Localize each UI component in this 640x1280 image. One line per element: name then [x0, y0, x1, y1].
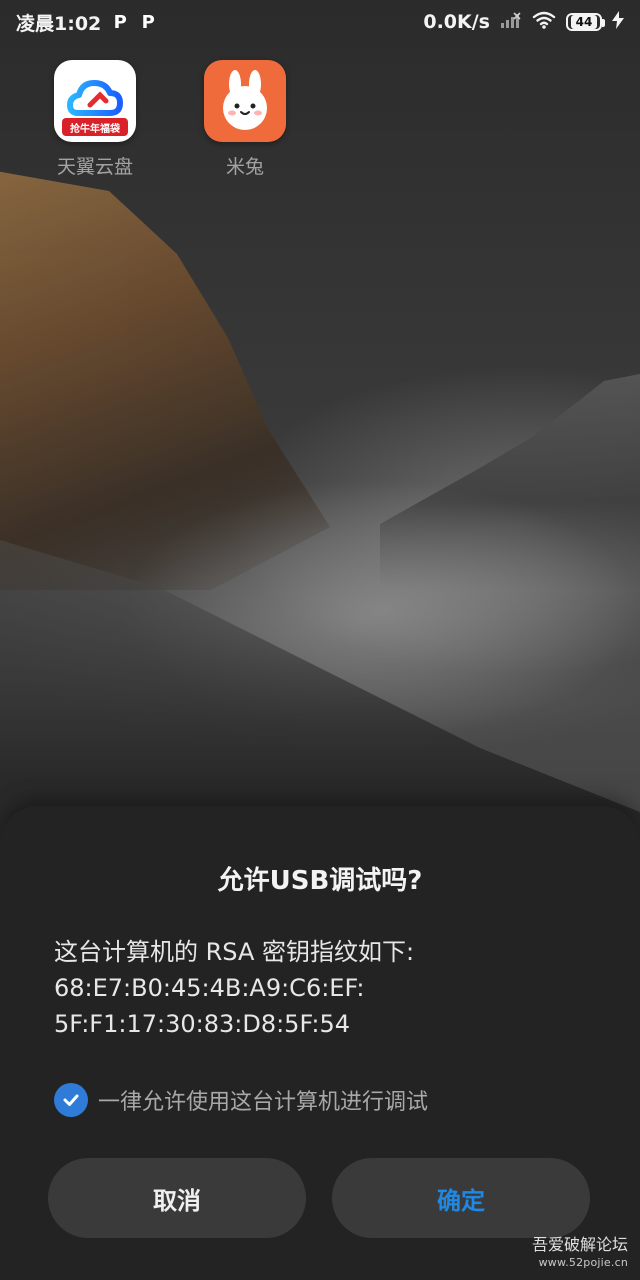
battery-icon: 44 [566, 13, 605, 31]
bunny-icon[interactable] [204, 60, 286, 142]
app-mitu[interactable]: 米兔 [190, 60, 300, 180]
usb-debug-dialog: 允许USB调试吗? 这台计算机的 RSA 密钥指纹如下: 68:E7:B0:45… [0, 806, 640, 1280]
watermark-url: www.52pojie.cn [538, 1256, 628, 1269]
checkbox-label: 一律允许使用这台计算机进行调试 [98, 1090, 429, 1115]
app-ribbon: 抢牛年福袋 [62, 118, 128, 136]
always-allow-checkbox-row[interactable]: 一律允许使用这台计算机进行调试 [54, 1082, 428, 1118]
checkmark-icon [63, 1094, 79, 1106]
app-tianyi-cloud[interactable]: 抢牛年福袋 天翼云盘 [40, 60, 150, 180]
bunny-face [223, 70, 267, 130]
checkbox-checked-icon[interactable] [54, 1083, 88, 1117]
home-app-row: 抢牛年福袋 天翼云盘 米兔 [0, 60, 640, 190]
confirm-button[interactable]: 确定 [332, 1158, 590, 1238]
dialog-message-line-2: 68:E7:B0:45:4B:A9:C6:EF: [54, 974, 365, 1002]
status-bar: 凌晨1:02 P P 0.0K/s 44 [0, 0, 640, 44]
status-left: 凌晨1:02 P P [16, 9, 157, 36]
notification-p-icon: P [113, 11, 127, 33]
watermark-line-1: 吾爱破解论坛 [531, 1235, 628, 1254]
app-label-mitu: 米兔 [225, 156, 264, 178]
watermark: 吾爱破解论坛 www.52pojie.cn [532, 1236, 628, 1272]
app-label-tianyi: 天翼云盘 [56, 156, 133, 178]
wifi-icon [532, 11, 556, 34]
network-speed: 0.0K/s [423, 11, 490, 33]
dialog-message-line-3: 5F:F1:17:30:83:D8:5F:54 [54, 1010, 351, 1038]
notification-p-icon-2: P [141, 11, 155, 33]
cancel-button[interactable]: 取消 [48, 1158, 306, 1238]
charging-bolt-icon [612, 10, 624, 34]
status-right: 0.0K/s 44 [423, 10, 624, 34]
dialog-message: 这台计算机的 RSA 密钥指纹如下: 68:E7:B0:45:4B:A9:C6:… [54, 934, 594, 1042]
battery-level: 44 [570, 15, 598, 29]
dialog-title: 允许USB调试吗? [217, 866, 423, 896]
clock: 凌晨1:02 [16, 12, 102, 35]
cloud-drive-icon[interactable]: 抢牛年福袋 [54, 60, 136, 142]
dialog-message-line-1: 这台计算机的 RSA 密钥指纹如下: [54, 938, 415, 966]
signal-icon [500, 11, 522, 34]
